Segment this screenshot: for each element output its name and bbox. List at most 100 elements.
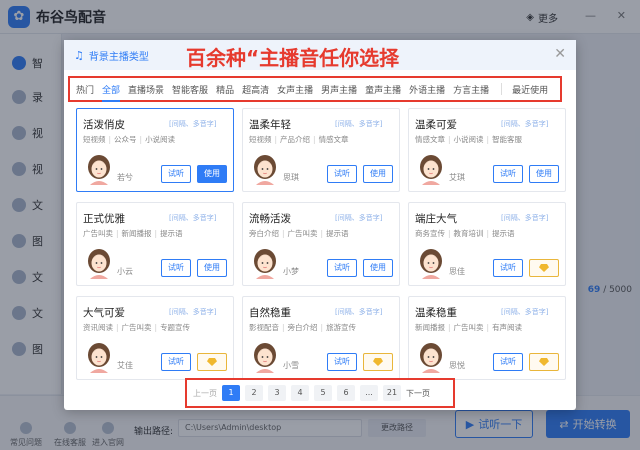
page-number[interactable]: 3: [268, 385, 286, 401]
anchor-voice-name: 小雪: [283, 361, 299, 370]
try-listen-button[interactable]: 试听: [493, 259, 523, 277]
anchor-feature-tags: [间隔、多音字]: [335, 308, 383, 316]
tab-premium[interactable]: 精品: [216, 83, 234, 96]
try-listen-button[interactable]: 试听: [161, 259, 191, 277]
prev-page-button[interactable]: 上一页: [193, 388, 217, 399]
page-number[interactable]: 21: [383, 385, 401, 401]
anchor-feature-tags: [间隔、多音字]: [169, 120, 217, 128]
anchor-style-name: 流畅活泼: [249, 213, 291, 225]
try-listen-button[interactable]: 试听: [327, 165, 357, 183]
anchor-feature-tags: [间隔、多音字]: [501, 308, 549, 316]
anchor-feature-tags: [间隔、多音字]: [169, 308, 217, 316]
use-button[interactable]: 使用: [197, 165, 227, 183]
card-desc-item: 短视频: [249, 135, 272, 144]
anchor-voice-name: 思琪: [283, 173, 299, 182]
tab-female[interactable]: 女声主播: [277, 83, 313, 96]
anchor-card[interactable]: 温柔可爱 [间隔、多音字] 情感文章 | 小说阅读 | 智能客服 艾琪 试听 使用: [408, 108, 566, 192]
tab-male[interactable]: 男声主播: [321, 83, 357, 96]
female-avatar-icon: [254, 155, 276, 185]
tab-live[interactable]: 直播场景: [128, 83, 164, 96]
card-desc-item: 提示语: [492, 229, 515, 238]
use-button[interactable]: 使用: [363, 259, 393, 277]
anchor-card[interactable]: 活泼俏皮 [间隔、多音字] 短视频 | 公众号 | 小说阅读 若兮 试听 使用: [76, 108, 234, 192]
anchor-style-name: 端庄大气: [415, 213, 457, 225]
tab-uhd[interactable]: 超高清: [242, 83, 269, 96]
anchor-card[interactable]: 温柔年轻 [间隔、多音字] 短视频 | 产品介绍 | 情感文章 思琪 试听 使用: [242, 108, 400, 192]
anchor-use-cases: 新闻播报 | 广告叫卖 | 有声阅读: [415, 322, 525, 333]
anchor-use-cases: 影视配音 | 旁白介绍 | 旅游宣传: [249, 322, 359, 333]
use-button[interactable]: 使用: [529, 165, 559, 183]
vip-use-button[interactable]: [197, 353, 227, 371]
vip-use-button[interactable]: [363, 353, 393, 371]
try-listen-button[interactable]: 试听: [493, 165, 523, 183]
card-desc-item: 智能客服: [492, 135, 523, 144]
vip-use-button[interactable]: [529, 353, 559, 371]
try-listen-button[interactable]: 试听: [327, 259, 357, 277]
desc-separator: |: [486, 229, 490, 238]
tab-service[interactable]: 智能客服: [172, 83, 208, 96]
use-button[interactable]: 使用: [197, 259, 227, 277]
anchor-voice-name: 思悦: [449, 361, 465, 370]
tab-all[interactable]: 全部: [102, 83, 121, 102]
desc-separator: |: [274, 135, 278, 144]
desc-separator: |: [116, 323, 119, 332]
anchor-style-name: 正式优雅: [83, 213, 125, 225]
page-number[interactable]: 5: [314, 385, 332, 401]
anchor-feature-tags: [间隔、多音字]: [501, 120, 549, 128]
vip-diamond-icon: [539, 264, 549, 272]
try-listen-button[interactable]: 试听: [161, 353, 191, 371]
female-avatar-icon: [88, 343, 110, 373]
card-desc-item: 旁白介绍: [249, 229, 279, 238]
anchor-voice-name: 艾佳: [117, 361, 133, 370]
female-avatar-icon: [254, 343, 276, 373]
close-icon[interactable]: ✕: [554, 46, 566, 62]
desc-separator: |: [486, 323, 490, 332]
anchor-style-name: 温柔年轻: [249, 119, 291, 131]
vip-diamond-icon: [373, 358, 383, 366]
card-desc-item: 广告叫卖: [453, 323, 484, 332]
tab-foreign[interactable]: 外语主播: [409, 83, 445, 96]
page-number[interactable]: 2: [245, 385, 263, 401]
anchor-feature-tags: [间隔、多音字]: [335, 120, 383, 128]
use-button[interactable]: 使用: [363, 165, 393, 183]
desc-separator: |: [448, 135, 451, 144]
try-listen-button[interactable]: 试听: [493, 353, 523, 371]
vip-use-button[interactable]: [529, 259, 559, 277]
tab-hot[interactable]: 热门: [76, 83, 94, 96]
tab-dialect[interactable]: 方言主播: [453, 83, 489, 96]
next-page-button[interactable]: 下一页: [406, 388, 430, 399]
tab-child[interactable]: 童声主播: [365, 83, 401, 96]
anchor-card[interactable]: 自然稳重 [间隔、多音字] 影视配音 | 旁白介绍 | 旅游宣传 小雪 试听: [242, 296, 400, 380]
anchor-style-name: 温柔可爱: [415, 119, 457, 131]
card-desc-item: 情感文章: [318, 135, 349, 144]
female-avatar-icon: [420, 249, 442, 279]
modal-title: 背景主播类型: [88, 51, 149, 63]
category-tabs: 热门 全部 直播场景 智能客服 精品 超高清 女声主播 男声主播 童声主播 外语…: [68, 76, 562, 102]
anchor-card[interactable]: 大气可爱 [间隔、多音字] 资讯阅读 | 广告叫卖 | 专题宣传 艾佳 试听: [76, 296, 234, 380]
tab-divider: [501, 83, 503, 95]
desc-separator: |: [313, 135, 316, 144]
anchor-card[interactable]: 流畅活泼 [间隔、多音字] 旁白介绍 | 广告叫卖 | 提示语 小梦 试听 使用: [242, 202, 400, 286]
desc-separator: |: [154, 229, 158, 238]
anchor-card[interactable]: 温柔稳重 [间隔、多音字] 新闻播报 | 广告叫卖 | 有声阅读 思悦 试听: [408, 296, 566, 380]
desc-separator: |: [282, 323, 285, 332]
anchor-use-cases: 短视频 | 公众号 | 小说阅读: [83, 134, 178, 145]
card-desc-item: 情感文章: [415, 135, 445, 144]
promo-headline: 百余种“主播音任你选择: [186, 46, 400, 70]
anchor-use-cases: 广告叫卖 | 新闻播报 | 提示语: [83, 228, 186, 239]
card-desc-item: 商务宣传: [415, 229, 445, 238]
page-number[interactable]: ...: [360, 385, 378, 401]
anchor-card[interactable]: 端庄大气 [间隔、多音字] 商务宣传 | 教育培训 | 提示语 思佳 试听: [408, 202, 566, 286]
desc-separator: |: [448, 229, 451, 238]
tab-recent[interactable]: 最近使用: [512, 83, 548, 96]
desc-separator: |: [320, 323, 324, 332]
page-number[interactable]: 4: [291, 385, 309, 401]
page-number[interactable]: 1: [222, 385, 240, 401]
anchor-card-grid: 活泼俏皮 [间隔、多音字] 短视频 | 公众号 | 小说阅读 若兮 试听 使用 温柔年轻…: [76, 108, 566, 380]
page-number[interactable]: 6: [337, 385, 355, 401]
try-listen-button[interactable]: 试听: [161, 165, 191, 183]
card-desc-item: 教育培训: [453, 229, 484, 238]
vip-diamond-icon: [207, 358, 217, 366]
anchor-card[interactable]: 正式优雅 [间隔、多音字] 广告叫卖 | 新闻播报 | 提示语 小云 试听 使用: [76, 202, 234, 286]
try-listen-button[interactable]: 试听: [327, 353, 357, 371]
